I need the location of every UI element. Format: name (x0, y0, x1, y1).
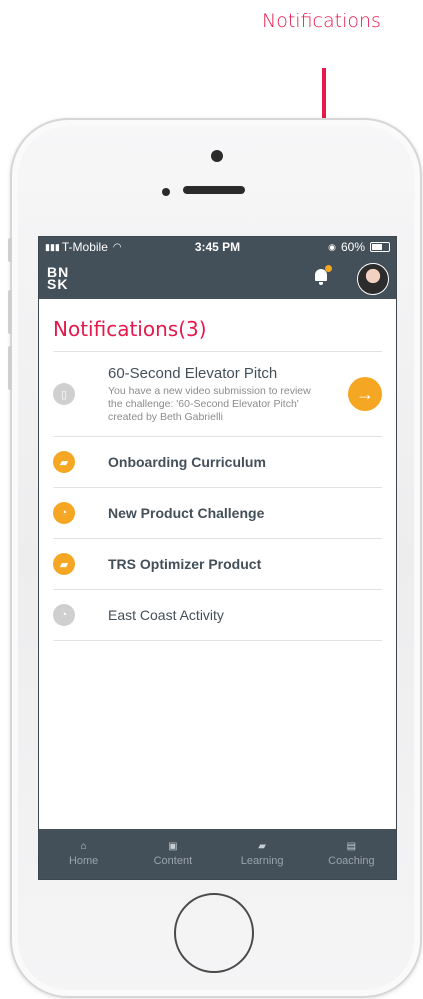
tab-label: Coaching (328, 855, 375, 867)
notification-label: East Coast Activity (108, 607, 224, 623)
location-icon: ◉ (328, 241, 336, 252)
page-title: Notifications(3) (53, 299, 382, 352)
notifications-panel: Notifications(3) ▯ 60-Second Elevator Pi… (39, 299, 396, 641)
callout-label: Notifications (262, 10, 381, 32)
notification-item[interactable]: ◔ New Product Challenge (53, 488, 382, 539)
tab-home[interactable]: ⌂ Home (39, 829, 128, 879)
battery-icon (370, 242, 390, 252)
volume-up-button (8, 290, 12, 334)
signal-icon: ▮▮▮ (45, 241, 60, 252)
notification-label: TRS Optimizer Product (108, 556, 262, 572)
notification-badge (325, 265, 332, 272)
clipboard-icon: ▤ (346, 841, 357, 852)
tab-label: Home (68, 855, 99, 867)
graduation-cap-icon: ▰ (53, 451, 75, 473)
whistle-icon: ◔ (53, 604, 75, 626)
notification-label: Onboarding Curriculum (108, 454, 266, 470)
featured-description: You have a new video submission to revie… (108, 384, 311, 423)
status-bar: ▮▮▮ T-Mobile ◠ 3:45 PM ◉ 60% (39, 237, 396, 257)
tab-label: Learning (240, 855, 284, 867)
home-button[interactable] (174, 893, 254, 973)
earpiece-speaker (183, 186, 245, 194)
title-text: Notifications (53, 317, 179, 341)
notifications-bell-icon[interactable] (315, 265, 332, 285)
tab-coaching[interactable]: ▤ Coaching (307, 829, 396, 879)
volume-down-button (8, 346, 12, 390)
phone-screen: ▮▮▮ T-Mobile ◠ 3:45 PM ◉ 60% BN SK Notif… (38, 236, 397, 880)
notification-count: (3) (178, 317, 207, 341)
mute-switch (8, 238, 12, 262)
notification-item[interactable]: ▰ Onboarding Curriculum (53, 437, 382, 488)
home-icon: ⌂ (80, 841, 87, 852)
logo-bottom: SK (47, 276, 69, 292)
graduation-cap-icon: ▰ (53, 553, 75, 575)
tab-learning[interactable]: ▰ Learning (218, 829, 307, 879)
app-logo[interactable]: BN SK (47, 265, 75, 292)
notification-label: New Product Challenge (108, 505, 265, 521)
front-camera (211, 150, 223, 162)
arrow-right-icon[interactable]: → (348, 377, 382, 411)
graduation-cap-icon: ▰ (258, 841, 266, 852)
wifi-icon: ◠ (112, 241, 122, 253)
notification-item[interactable]: ▰ TRS Optimizer Product (53, 539, 382, 590)
notification-item-featured[interactable]: ▯ 60-Second Elevator Pitch You have a ne… (53, 352, 382, 437)
document-icon: ▯ (53, 383, 75, 405)
whistle-icon: ◔ (53, 502, 75, 524)
proximity-sensor (162, 188, 170, 196)
featured-title: 60-Second Elevator Pitch (108, 364, 278, 382)
notification-item[interactable]: ◔ East Coast Activity (53, 590, 382, 641)
user-avatar[interactable] (357, 263, 389, 295)
carrier-label: T-Mobile (61, 240, 108, 254)
content-icon: ▣ (168, 841, 178, 852)
tab-label: Content (153, 855, 193, 867)
battery-label: 60% (340, 240, 365, 254)
app-header: BN SK (39, 257, 396, 299)
tab-content[interactable]: ▣ Content (128, 829, 217, 879)
bottom-tab-bar: ⌂ Home ▣ Content ▰ Learning ▤ Coaching (39, 829, 396, 879)
